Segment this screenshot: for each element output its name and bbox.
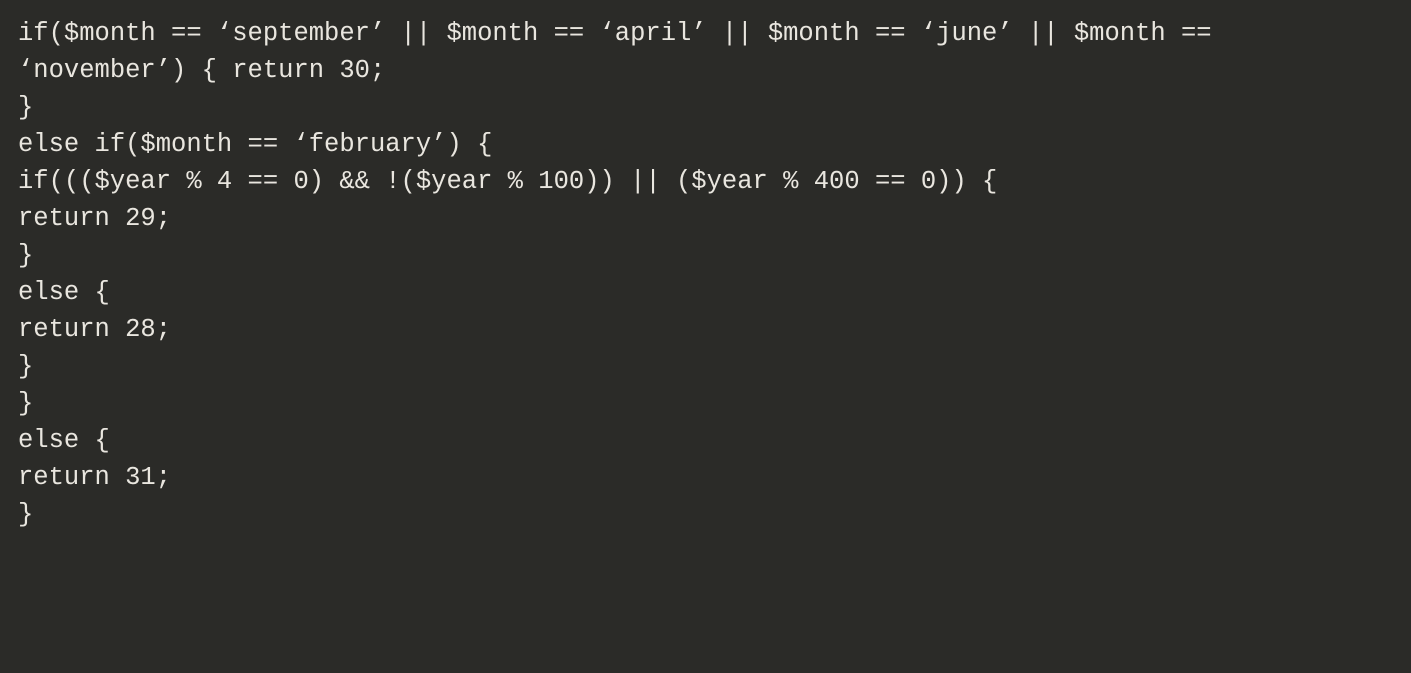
code-line: else { xyxy=(18,278,110,307)
code-line: else if($month == ‘february’) { xyxy=(18,130,492,159)
code-line: } xyxy=(18,500,33,529)
code-block: if($month == ‘september’ || $month == ‘a… xyxy=(0,0,1411,550)
code-line: return 31; xyxy=(18,463,171,492)
code-line: } xyxy=(18,93,33,122)
code-line: else { xyxy=(18,426,110,455)
code-line: return 28; xyxy=(18,315,171,344)
code-line: } xyxy=(18,352,33,381)
code-line: if((($year % 4 == 0) && !($year % 100)) … xyxy=(18,167,997,196)
code-line: } xyxy=(18,389,33,418)
code-line: return 29; xyxy=(18,204,171,233)
code-line: if($month == ‘september’ || $month == ‘a… xyxy=(18,19,1227,85)
code-line: } xyxy=(18,241,33,270)
